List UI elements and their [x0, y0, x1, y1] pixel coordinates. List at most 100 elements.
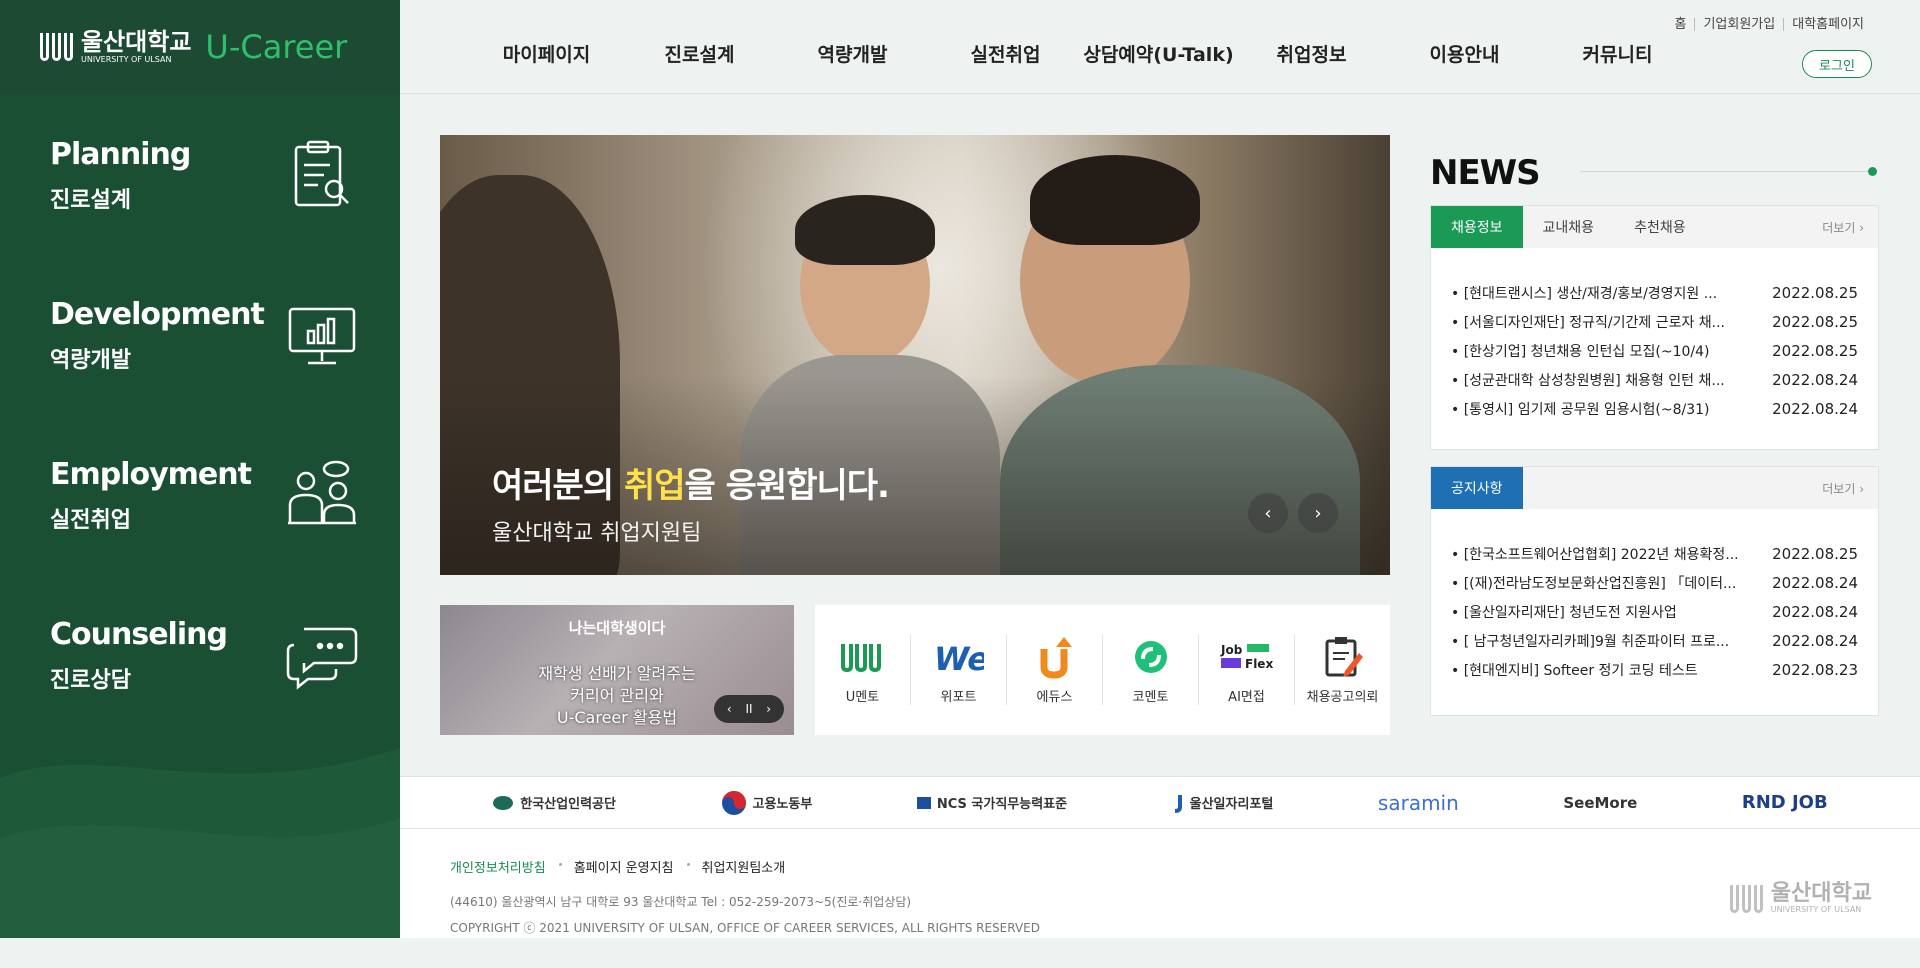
list-item-date: 2022.08.24 — [1772, 602, 1858, 621]
promo-series-title: 나는대학생이다 — [568, 619, 666, 637]
partner-rndjob[interactable]: RND JOB — [1742, 792, 1828, 813]
list-item[interactable]: • [한상기업] 청년채용 인턴십 모집(~10/4) 2022.08.25 — [1451, 336, 1858, 365]
hero-next-button[interactable]: › — [1298, 493, 1338, 533]
list-item[interactable]: • [현대엔지비] Softeer 정기 코딩 테스트 2022.08.23 — [1451, 655, 1858, 684]
tab-recruit-info[interactable]: 채용정보 — [1431, 206, 1523, 248]
sidebar-bottom-gap — [0, 938, 400, 968]
list-item-date: 2022.08.25 — [1772, 341, 1858, 360]
list-item-title: • [한상기업] 청년채용 인턴십 모집(~10/4) — [1451, 343, 1710, 360]
hero-prev-button[interactable]: ‹ — [1248, 493, 1288, 533]
privacy-policy-link[interactable]: 개인정보처리방침 — [450, 857, 562, 876]
quick-link-comento[interactable]: 코멘토 — [1103, 635, 1199, 705]
list-item[interactable]: • [울산일자리재단] 청년도전 지원사업 2022.08.24 — [1451, 597, 1858, 626]
logo-korean: 울산대학교 — [81, 28, 192, 56]
list-item-date: 2022.08.25 — [1772, 544, 1858, 563]
promo-pause-button[interactable]: II — [745, 702, 752, 716]
quick-link-job-posting-request[interactable]: 채용공고의뢰 — [1295, 635, 1390, 705]
nav-guide[interactable]: 이용안내 — [1388, 40, 1541, 67]
logo-english: UNIVERSITY OF ULSAN — [81, 55, 172, 64]
university-mark-icon — [1729, 884, 1763, 913]
nav-competency[interactable]: 역량개발 — [776, 40, 929, 67]
rndjob-icon: RND JOB — [1741, 792, 1828, 813]
util-university-link[interactable]: 대학홈페이지 — [1783, 18, 1872, 31]
partner-ulsan-job[interactable]: 울산일자리포털 — [1172, 793, 1274, 813]
partner-label: 고용노동부 — [752, 797, 813, 812]
sidebar-item-en: Planning — [50, 136, 191, 172]
nav-community[interactable]: 커뮤니티 — [1541, 40, 1694, 67]
more-label: 더보기 — [1822, 482, 1856, 496]
sidebar: 울산대학교 UNIVERSITY OF ULSAN U-Career Plann… — [0, 0, 400, 938]
list-item-date: 2022.08.24 — [1772, 399, 1858, 418]
news-divider — [1580, 171, 1870, 172]
notice-more-link[interactable]: 더보기 › — [1822, 480, 1864, 497]
tab-campus-recruit[interactable]: 교내채용 — [1523, 206, 1615, 248]
quick-link-weport[interactable]: We 위포트 — [911, 635, 1007, 705]
quick-link-label: 위포트 — [940, 690, 977, 705]
list-item-title: • [ 남구청년일자리카페]9월 취준파이터 프로... — [1451, 633, 1730, 650]
nav-counseling-reservation[interactable]: 상담예약(U-Talk) — [1082, 40, 1235, 67]
sidebar-item-planning[interactable]: Planning 진로설계 — [50, 120, 360, 230]
nav-career-planning[interactable]: 진로설계 — [623, 40, 776, 67]
promo-next-button[interactable]: › — [766, 702, 771, 716]
sidebar-item-en: Employment — [50, 456, 252, 492]
nav-mypage[interactable]: 마이페이지 — [470, 40, 623, 67]
promo-controls: ‹ II › — [714, 695, 784, 723]
quick-link-label: 채용공고의뢰 — [1306, 690, 1379, 705]
footer-logo-english: UNIVERSITY OF ULSAN — [1770, 905, 1862, 914]
footer-copyright: COPYRIGHT ⓒ 2021 UNIVERSITY OF ULSAN, OF… — [450, 921, 1040, 935]
list-item[interactable]: • [ 남구청년일자리카페]9월 취준파이터 프로... 2022.08.24 — [1451, 626, 1858, 655]
partner-saramin[interactable]: saramin — [1378, 791, 1459, 815]
nav-job-info[interactable]: 취업정보 — [1235, 40, 1388, 67]
tab-notice[interactable]: 공지사항 — [1431, 467, 1523, 509]
login-button[interactable]: 로그인 — [1802, 50, 1872, 78]
hero-subtitle: 울산대학교 취업지원팀 — [492, 521, 702, 546]
list-item[interactable]: • [(재)전라남도정보문화산업진흥원] 「데이터... 2022.08.24 — [1451, 568, 1858, 597]
list-item-title: • [서울디자인재단] 정규직/기간제 근로자 채... — [1451, 314, 1726, 331]
sidebar-item-kr: 진로설계 — [50, 187, 131, 213]
partner-hrdkorea[interactable]: 한국산업인력공단 — [492, 793, 616, 812]
recruit-more-link[interactable]: 더보기 › — [1822, 219, 1864, 236]
team-intro-link[interactable]: 취업지원팀소개 — [702, 857, 786, 876]
quick-link-umentor[interactable]: U멘토 — [815, 635, 911, 705]
list-item-date: 2022.08.25 — [1772, 283, 1858, 302]
hrdkorea-icon — [493, 795, 514, 810]
sidebar-item-kr: 역량개발 — [50, 347, 131, 373]
util-home-link[interactable]: 홈 — [1667, 18, 1695, 31]
util-company-signup-link[interactable]: 기업회원가입 — [1694, 18, 1783, 31]
site-logo[interactable]: 울산대학교 UNIVERSITY OF ULSAN U-Career — [0, 0, 400, 94]
list-item[interactable]: • [한국소프트웨어산업협회] 2022년 채용확정... 2022.08.25 — [1451, 539, 1858, 568]
decorative-waves — [0, 748, 400, 938]
sidebar-item-employment[interactable]: Employment 실전취업 — [50, 440, 360, 550]
quick-link-educe[interactable]: 에듀스 — [1007, 635, 1103, 705]
chevron-right-icon: › — [1859, 221, 1864, 235]
list-item-title: • [통영시] 임기제 공무원 임용시험(~8/31) — [1451, 401, 1710, 418]
list-item[interactable]: • [서울디자인재단] 정규직/기간제 근로자 채... 2022.08.25 — [1451, 307, 1858, 336]
list-item-date: 2022.08.24 — [1772, 631, 1858, 650]
sidebar-item-development[interactable]: Development 역량개발 — [50, 280, 360, 390]
tab-recommended-recruit[interactable]: 추천채용 — [1614, 206, 1706, 248]
partner-label: NCS 국가직무능력표준 — [936, 797, 1068, 812]
quick-link-label: 코멘토 — [1132, 690, 1169, 705]
list-item-date: 2022.08.23 — [1772, 660, 1858, 679]
clipboard-search-icon — [294, 140, 349, 207]
taegeuk-icon — [721, 790, 746, 815]
partner-ncs[interactable]: NCS 국가직무능력표준 — [916, 793, 1068, 812]
list-item[interactable]: • [통영시] 임기제 공무원 임용시험(~8/31) 2022.08.24 — [1451, 394, 1858, 423]
main-menu: 마이페이지 진로설계 역량개발 실전취업 상담예약(U-Talk) 취업정보 이… — [470, 40, 1694, 67]
ulsan-job-icon — [1174, 794, 1182, 813]
chevron-right-icon: › — [1859, 482, 1864, 496]
promo-prev-button[interactable]: ‹ — [727, 702, 732, 716]
partner-label: 울산일자리포털 — [1189, 797, 1274, 812]
quick-link-label: 에듀스 — [1036, 690, 1073, 705]
list-item-title: • [한국소프트웨어산업협회] 2022년 채용확정... — [1451, 546, 1739, 563]
list-item-title: • [성균관대학 삼성창원병원] 채용형 인턴 채... — [1451, 372, 1725, 389]
partner-seemore[interactable]: SeeMore — [1563, 794, 1637, 812]
partner-moel[interactable]: 고용노동부 — [721, 790, 813, 816]
list-item[interactable]: • [성균관대학 삼성창원병원] 채용형 인턴 채... 2022.08.24 — [1451, 365, 1858, 394]
nav-employment[interactable]: 실전취업 — [929, 40, 1082, 67]
quick-link-ai-interview[interactable]: Job Flex AI면접 — [1199, 635, 1295, 705]
sidebar-item-counseling[interactable]: Counseling 진로상담 — [50, 600, 360, 710]
promo-banner[interactable]: 나는대학생이다 재학생 선배가 알려주는 커리어 관리와 U-Career 활용… — [440, 605, 794, 735]
list-item[interactable]: • [현대트랜시스] 생산/재경/홍보/경영지원 ... 2022.08.25 — [1451, 278, 1858, 307]
site-policy-link[interactable]: 홈페이지 운영지침 — [574, 857, 690, 876]
